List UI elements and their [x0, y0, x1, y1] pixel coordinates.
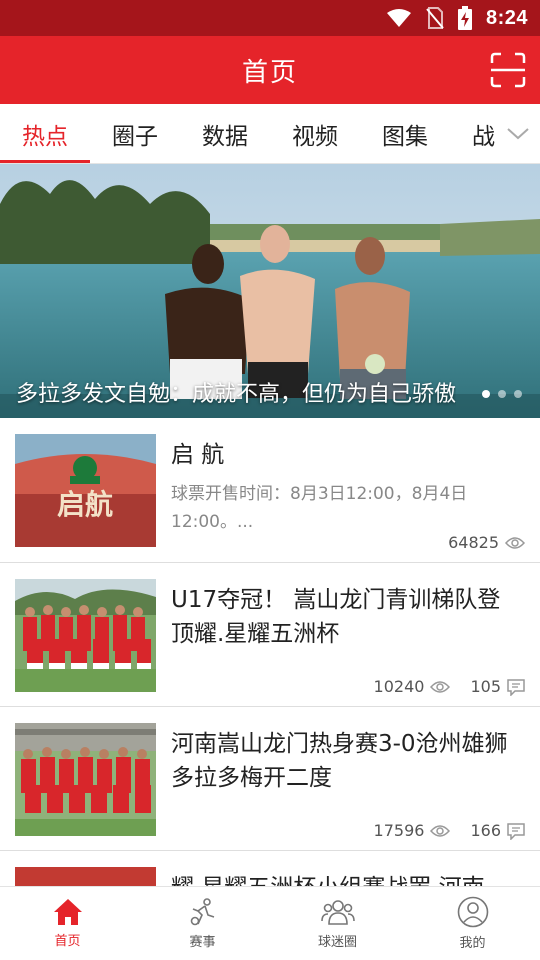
carousel-dot	[498, 390, 506, 398]
home-icon	[53, 899, 82, 925]
news-meta: 10240 105	[374, 677, 525, 696]
eye-icon	[505, 536, 525, 549]
news-thumbnail	[15, 579, 156, 692]
nav-matches[interactable]: 赛事	[135, 887, 270, 960]
news-item[interactable]: 河南嵩山龙门热身赛3-0沧州雄狮 多拉多梅开二度 17596 166	[0, 707, 540, 851]
tab-circle[interactable]: 圈子	[90, 104, 180, 163]
news-meta: 64825	[448, 533, 525, 552]
bottom-navigation: 首页 赛事 球迷圈 我的	[0, 886, 540, 960]
news-thumbnail: 启航	[15, 434, 156, 547]
tab-expand-button[interactable]	[496, 104, 540, 163]
thumbnail-text: 启航	[57, 488, 113, 521]
app-header: 首页	[0, 36, 540, 104]
category-tabs: 热点 圈子 数据 视频 图集 战	[0, 104, 540, 164]
news-title: 耀.星耀五洲杯小组赛战罢 河南	[171, 871, 523, 886]
comment-icon	[507, 822, 525, 840]
banner-caption: 多拉多发文自勉：成就不高，但仍为自己骄傲	[16, 382, 456, 407]
nav-matches-label: 赛事	[189, 935, 216, 950]
nav-profile-label: 我的	[459, 936, 486, 951]
comment-count: 166	[470, 821, 501, 840]
comment-count: 105	[470, 677, 501, 696]
news-item[interactable]: 启航 启 航 球票开售时间：8月3日12:00，8月4日12:00。... 64…	[0, 418, 540, 563]
status-bar: 8:24	[0, 0, 540, 36]
fans-group-icon	[320, 900, 355, 925]
banner-carousel[interactable]: 多拉多发文自勉：成就不高，但仍为自己骄傲	[0, 164, 540, 418]
tab-hot[interactable]: 热点	[0, 104, 90, 163]
news-title: 启 航	[171, 442, 225, 468]
carousel-dot	[514, 390, 522, 398]
scan-icon	[490, 52, 526, 88]
no-sim-icon	[426, 7, 444, 29]
carousel-indicator	[482, 390, 522, 398]
profile-icon	[457, 896, 488, 928]
nav-profile[interactable]: 我的	[405, 887, 540, 960]
soccer-player-icon	[190, 898, 214, 926]
news-title: 河南嵩山龙门热身赛3-0沧州雄狮 多拉多梅开二度	[171, 731, 508, 791]
eye-icon	[430, 824, 451, 837]
scan-button[interactable]	[488, 50, 528, 90]
nav-fans-label: 球迷圈	[317, 935, 357, 950]
news-item[interactable]: U17夺冠！ 嵩山龙门青训梯队登顶耀.星耀五洲杯 10240 105	[0, 563, 540, 707]
tab-gallery[interactable]: 图集	[360, 104, 450, 163]
tab-video[interactable]: 视频	[270, 104, 360, 163]
news-thumbnail	[15, 723, 156, 836]
news-title: U17夺冠！ 嵩山龙门青训梯队登顶耀.星耀五洲杯	[171, 587, 501, 647]
nav-home-label: 首页	[54, 934, 81, 949]
news-list: 启航 启 航 球票开售时间：8月3日12:00，8月4日12:00。... 64…	[0, 418, 540, 886]
page-title: 首页	[241, 57, 298, 88]
view-count: 17596	[373, 821, 425, 840]
news-description: 球票开售时间：8月3日12:00，8月4日12:00。...	[171, 484, 468, 532]
carousel-dot	[482, 390, 490, 398]
view-count: 10240	[373, 677, 425, 696]
battery-charging-icon	[457, 6, 472, 30]
news-item[interactable]: 耀.星耀五洲杯小组赛战罢 河南	[0, 851, 540, 886]
chevron-down-icon	[507, 128, 529, 140]
wifi-icon	[386, 8, 412, 28]
news-meta: 17596 166	[374, 821, 525, 840]
nav-fans[interactable]: 球迷圈	[270, 887, 405, 960]
view-count: 64825	[448, 533, 499, 552]
news-thumbnail	[15, 867, 156, 886]
eye-icon	[430, 680, 451, 693]
tab-data[interactable]: 数据	[180, 104, 270, 163]
nav-home[interactable]: 首页	[0, 887, 135, 960]
comment-icon	[507, 678, 525, 696]
status-time: 8:24	[485, 6, 528, 29]
